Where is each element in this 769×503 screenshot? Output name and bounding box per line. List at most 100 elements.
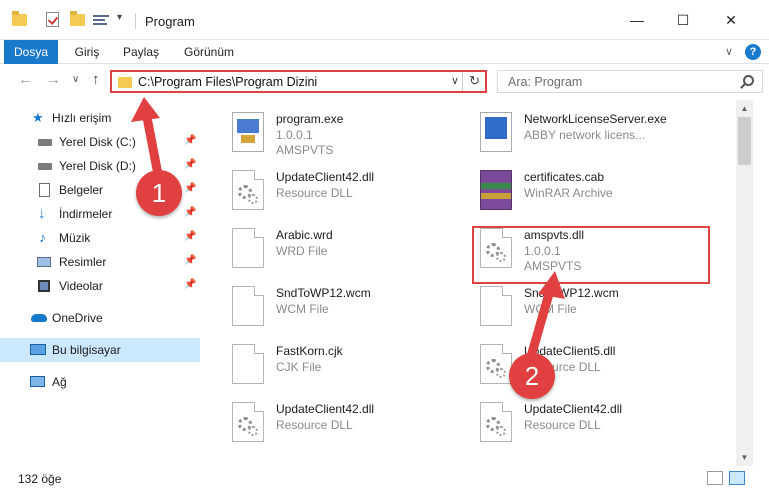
exe-icon <box>232 112 264 152</box>
file-name: program.exe <box>276 112 344 126</box>
file-name: UpdateClient42.dll <box>524 402 623 416</box>
status-bar: 132 öğe <box>0 466 769 503</box>
sidebar-item-label: OneDrive <box>52 311 103 325</box>
sidebar-item-quick-access[interactable]: ★ Hızlı erişim <box>0 106 200 130</box>
file-item[interactable]: UpdateClient42.dll Resource DLL <box>452 394 702 452</box>
sidebar-item-this-pc[interactable]: Bu bilgisayar <box>0 338 200 362</box>
new-folder-icon[interactable] <box>70 11 85 26</box>
search-input[interactable]: Ara: Program <box>497 70 763 93</box>
file-item[interactable]: UpdateClient42.dll Resource DLL <box>204 394 454 452</box>
navigation-pane: ★ Hızlı erişim Yerel Disk (C:) 📌 Yerel D… <box>0 100 200 466</box>
file-icon <box>232 286 264 326</box>
search-placeholder[interactable]: Ara: Program <box>508 75 582 89</box>
maximize-button[interactable]: ☐ <box>660 6 706 34</box>
pin-icon[interactable]: 📌 <box>184 159 196 170</box>
file-item[interactable]: NetworkLicenseServer.exe ABBY network li… <box>452 104 702 162</box>
dll-icon <box>480 344 512 384</box>
file-item[interactable]: UpdateClient5.dll Resource DLL <box>452 336 702 394</box>
up-button[interactable]: ↑ <box>92 71 100 88</box>
file-type: Resource DLL <box>276 186 353 200</box>
pin-icon[interactable]: 📌 <box>184 183 196 194</box>
pin-icon[interactable]: 📌 <box>184 279 196 290</box>
file-name: SndToWP12.wcm <box>276 286 371 300</box>
file-item[interactable]: certificates.cab WinRAR Archive <box>452 162 702 220</box>
window-title: Program <box>145 14 195 29</box>
file-type: WRD File <box>276 244 328 258</box>
star-icon: ★ <box>32 110 44 125</box>
sidebar-item-label: Hızlı erişim <box>52 111 112 125</box>
properties-check-icon[interactable] <box>46 12 59 27</box>
sidebar-item-label: Videolar <box>59 279 103 293</box>
videos-icon <box>38 280 50 292</box>
file-icon <box>232 344 264 384</box>
recent-locations-button[interactable]: ∨ <box>72 74 79 85</box>
refresh-icon[interactable]: ↻ <box>469 73 480 89</box>
sidebar-item-pictures[interactable]: Resimler 📌 <box>0 250 200 274</box>
scroll-thumb[interactable] <box>738 117 751 165</box>
address-bar[interactable]: C:\Program Files\Program Dizini ∨ ↻ <box>110 70 487 93</box>
network-icon <box>30 376 45 387</box>
search-icon[interactable] <box>743 75 754 86</box>
drive-icon <box>38 163 52 170</box>
music-icon: ♪ <box>39 229 46 245</box>
sidebar-item-label: Müzik <box>59 231 91 245</box>
tab-view[interactable]: Görünüm <box>176 40 242 64</box>
customize-toolbar-icon[interactable] <box>93 13 109 27</box>
help-icon[interactable]: ? <box>745 44 761 60</box>
download-icon: ↓ <box>38 205 46 222</box>
address-path[interactable]: C:\Program Files\Program Dizini <box>138 75 317 89</box>
sidebar-item-label: Yerel Disk (C:) <box>59 135 136 149</box>
folder-icon <box>118 77 132 88</box>
sidebar-item-music[interactable]: ♪ Müzik 📌 <box>0 226 200 250</box>
folder-icon <box>12 11 27 26</box>
file-item[interactable]: SndToWP12.wcm WCM File <box>452 278 702 336</box>
pin-icon[interactable]: 📌 <box>184 255 196 266</box>
tab-home[interactable]: Giriş <box>64 40 110 64</box>
minimize-button[interactable]: — <box>614 6 660 34</box>
close-button[interactable]: ✕ <box>708 6 754 34</box>
file-name: FastKorn.cjk <box>276 344 343 358</box>
sidebar-item-label: Resimler <box>59 255 107 269</box>
item-count: 132 öğe <box>18 472 62 486</box>
back-button[interactable]: ← <box>18 71 33 88</box>
file-type: WinRAR Archive <box>524 186 613 200</box>
address-dropdown-icon[interactable]: ∨ <box>451 74 459 87</box>
file-name: UpdateClient42.dll <box>276 170 375 184</box>
details-view-icon[interactable] <box>707 471 723 485</box>
file-icon <box>232 228 264 268</box>
scroll-up-icon[interactable]: ▲ <box>736 100 753 117</box>
sidebar-item-videos[interactable]: Videolar 📌 <box>0 274 200 298</box>
sidebar-item-network[interactable]: Ağ <box>0 370 200 394</box>
file-item[interactable]: program.exe 1.0.0.1 AMSPVTS <box>204 104 454 162</box>
documents-icon <box>39 183 50 197</box>
archive-icon <box>480 170 512 210</box>
file-type: Resource DLL <box>276 418 353 432</box>
highlight-box <box>472 226 710 284</box>
dll-icon <box>480 402 512 442</box>
forward-button[interactable]: → <box>46 71 61 88</box>
scroll-down-icon[interactable]: ▼ <box>736 449 753 466</box>
quick-access-dropdown-icon[interactable]: ▾ <box>117 12 122 23</box>
file-version: 1.0.0.1 <box>276 128 313 142</box>
file-icon <box>480 286 512 326</box>
sidebar-item-onedrive[interactable]: OneDrive <box>0 306 200 330</box>
sidebar-item-label: Belgeler <box>59 183 104 197</box>
tab-share[interactable]: Paylaş <box>114 40 168 64</box>
pin-icon[interactable]: 📌 <box>184 135 196 146</box>
dll-icon <box>232 170 264 210</box>
file-item[interactable]: SndToWP12.wcm WCM File <box>204 278 454 336</box>
ribbon-expand-icon[interactable]: ∨ <box>725 45 733 58</box>
file-type: WCM File <box>276 302 329 316</box>
drive-icon <box>38 139 52 146</box>
file-item[interactable]: UpdateClient42.dll Resource DLL <box>204 162 454 220</box>
file-item[interactable]: Arabic.wrd WRD File <box>204 220 454 278</box>
tab-file[interactable]: Dosya <box>4 40 58 64</box>
pin-icon[interactable]: 📌 <box>184 231 196 242</box>
sidebar-item-label: Ağ <box>52 375 67 389</box>
pin-icon[interactable]: 📌 <box>184 207 196 218</box>
tiles-view-icon[interactable] <box>729 471 745 485</box>
vertical-scrollbar[interactable]: ▲ ▼ <box>736 100 753 466</box>
sidebar-item-local-disk-c[interactable]: Yerel Disk (C:) 📌 <box>0 130 200 154</box>
file-list: program.exe 1.0.0.1 AMSPVTS NetworkLicen… <box>200 100 736 466</box>
file-item[interactable]: FastKorn.cjk CJK File <box>204 336 454 394</box>
